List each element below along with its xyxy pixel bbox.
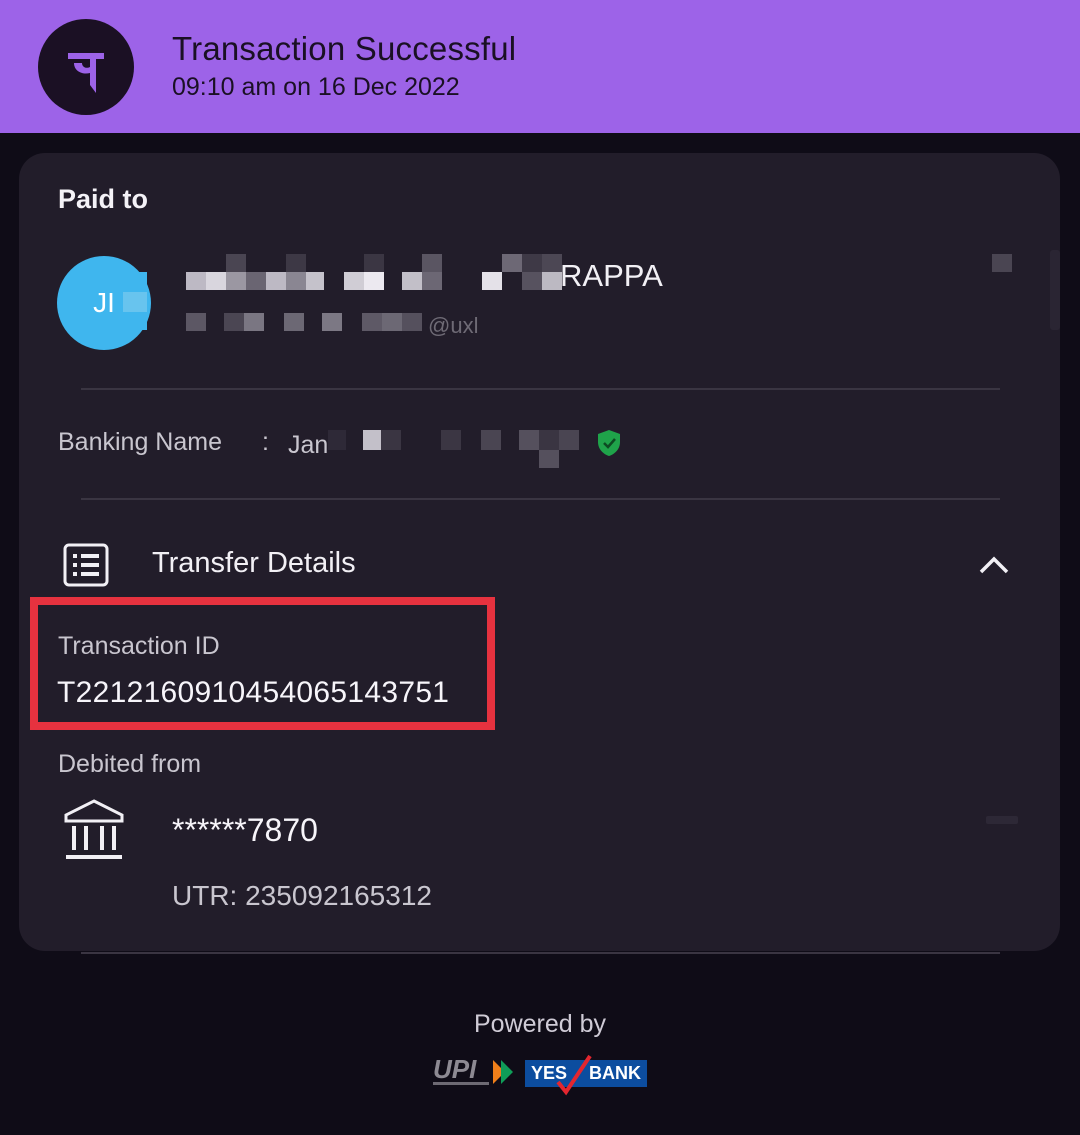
banking-name-value: Jan <box>288 431 329 459</box>
upi-logo-text: UPI <box>433 1054 477 1084</box>
receipt-list-icon <box>63 543 109 587</box>
card-edge-shadow <box>1050 250 1060 330</box>
header-bar: Transaction Successful 09:10 am on 16 De… <box>0 0 1080 133</box>
verified-shield-icon <box>598 430 620 456</box>
transaction-id-value[interactable]: T2212160910454065143751 <box>57 676 449 710</box>
utr-number[interactable]: UTR: 235092165312 <box>172 880 432 912</box>
payee-upi-id: @uxl <box>428 313 479 338</box>
transfer-details-title[interactable]: Transfer Details <box>152 547 356 580</box>
divider <box>81 952 1000 954</box>
divider <box>81 498 1000 500</box>
banking-name-label: Banking Name <box>58 428 222 456</box>
chevron-up-icon[interactable] <box>978 555 1010 575</box>
phonepe-logo <box>38 19 134 115</box>
transaction-id-highlight <box>30 597 495 730</box>
phonepe-logo-icon <box>68 53 104 93</box>
debit-account-number: ******7870 <box>172 812 318 848</box>
header-title: Transaction Successful <box>172 30 517 67</box>
yes-bank-logo-bank: BANK <box>589 1063 641 1083</box>
debited-from-label: Debited from <box>58 750 202 778</box>
header-timestamp: 09:10 am on 16 Dec 2022 <box>172 73 460 101</box>
powered-by-label: Powered by <box>473 1010 607 1038</box>
transaction-id-label: Transaction ID <box>58 632 220 660</box>
banking-name-colon: : <box>262 428 269 456</box>
bank-icon <box>64 799 124 859</box>
divider <box>81 388 1000 390</box>
amount-redacted <box>986 816 1018 824</box>
payee-name: RAPPA <box>560 258 663 293</box>
upi-logo: UPI <box>433 1054 513 1085</box>
avatar-pixelation <box>123 272 147 330</box>
yes-bank-tick-icon <box>556 1054 592 1096</box>
paid-to-label: Paid to <box>58 184 149 214</box>
